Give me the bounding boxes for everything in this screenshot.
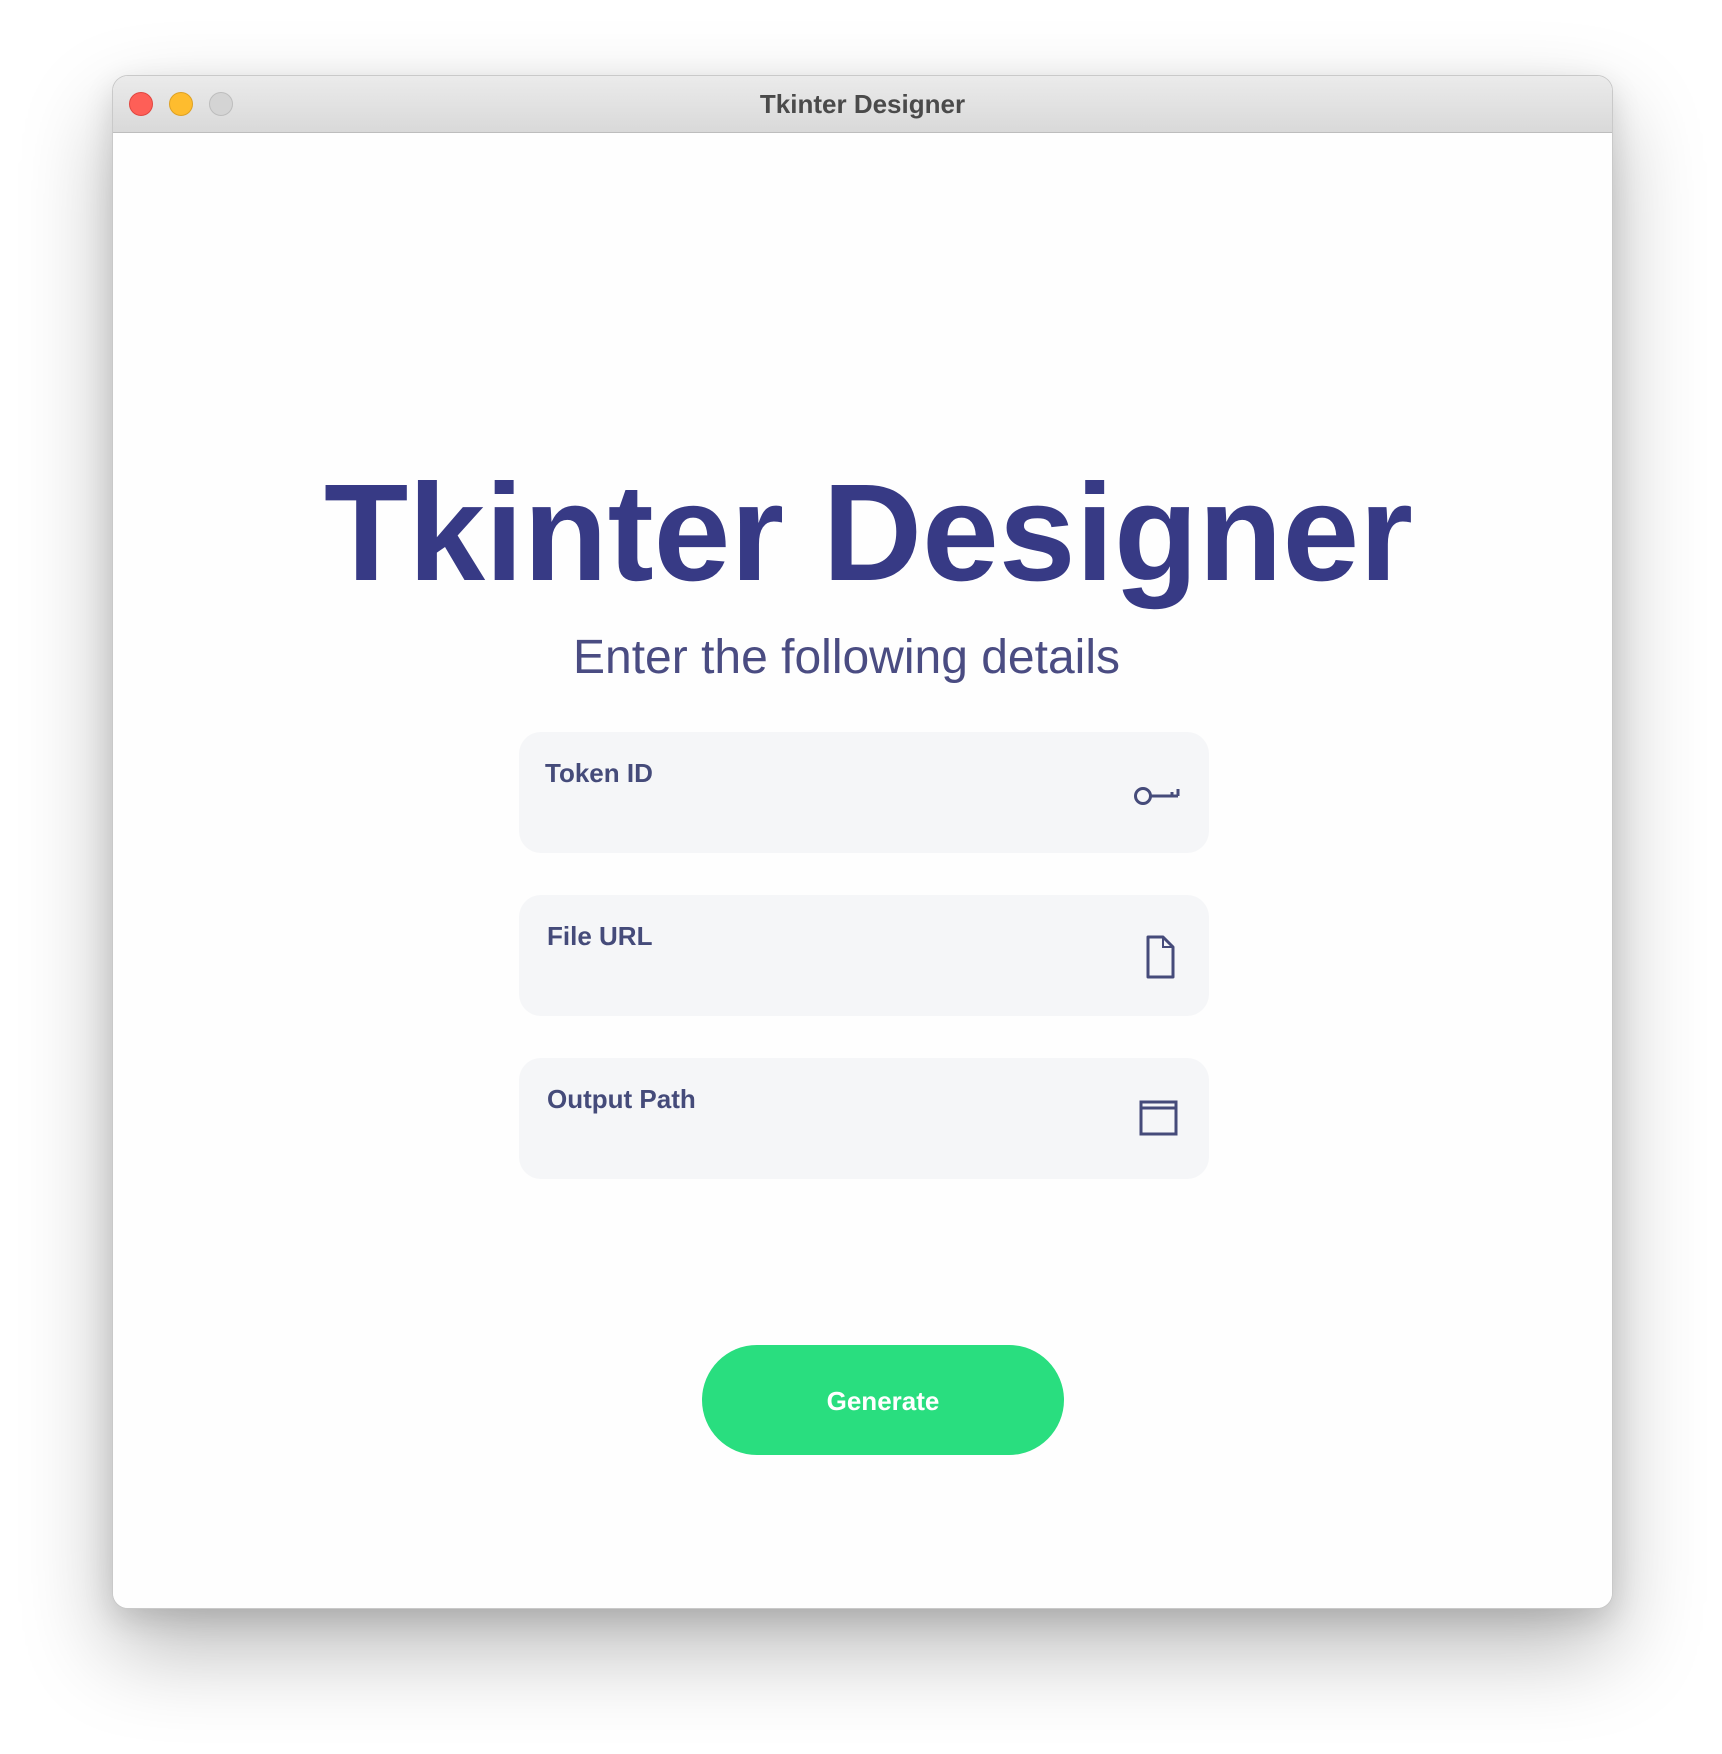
main-content: Tkinter Designer Enter the following det…: [113, 133, 1612, 1608]
folder-icon[interactable]: [1133, 1096, 1183, 1144]
generate-button[interactable]: Generate: [702, 1345, 1064, 1455]
desktop-background: Tkinter Designer Tkinter Designer Enter …: [0, 0, 1722, 1754]
token-id-label: Token ID: [545, 758, 653, 788]
key-icon: [1133, 770, 1183, 818]
output-path-input[interactable]: [545, 1124, 1109, 1164]
output-path-label: Output Path: [547, 1084, 696, 1114]
app-window: Tkinter Designer Tkinter Designer Enter …: [112, 75, 1613, 1609]
page-subtitle: Enter the following details: [573, 631, 1120, 684]
page-title: Tkinter Designer: [324, 456, 1413, 610]
token-id-field[interactable]: Token ID: [519, 732, 1209, 853]
file-icon: [1133, 933, 1183, 981]
file-url-input[interactable]: [545, 961, 1109, 1001]
file-url-field[interactable]: File URL: [519, 895, 1209, 1016]
title-bar[interactable]: Tkinter Designer: [113, 76, 1612, 133]
output-path-field[interactable]: Output Path: [519, 1058, 1209, 1179]
window-title: Tkinter Designer: [759, 89, 966, 119]
file-url-label: File URL: [547, 921, 653, 951]
token-id-input[interactable]: [545, 798, 1109, 838]
